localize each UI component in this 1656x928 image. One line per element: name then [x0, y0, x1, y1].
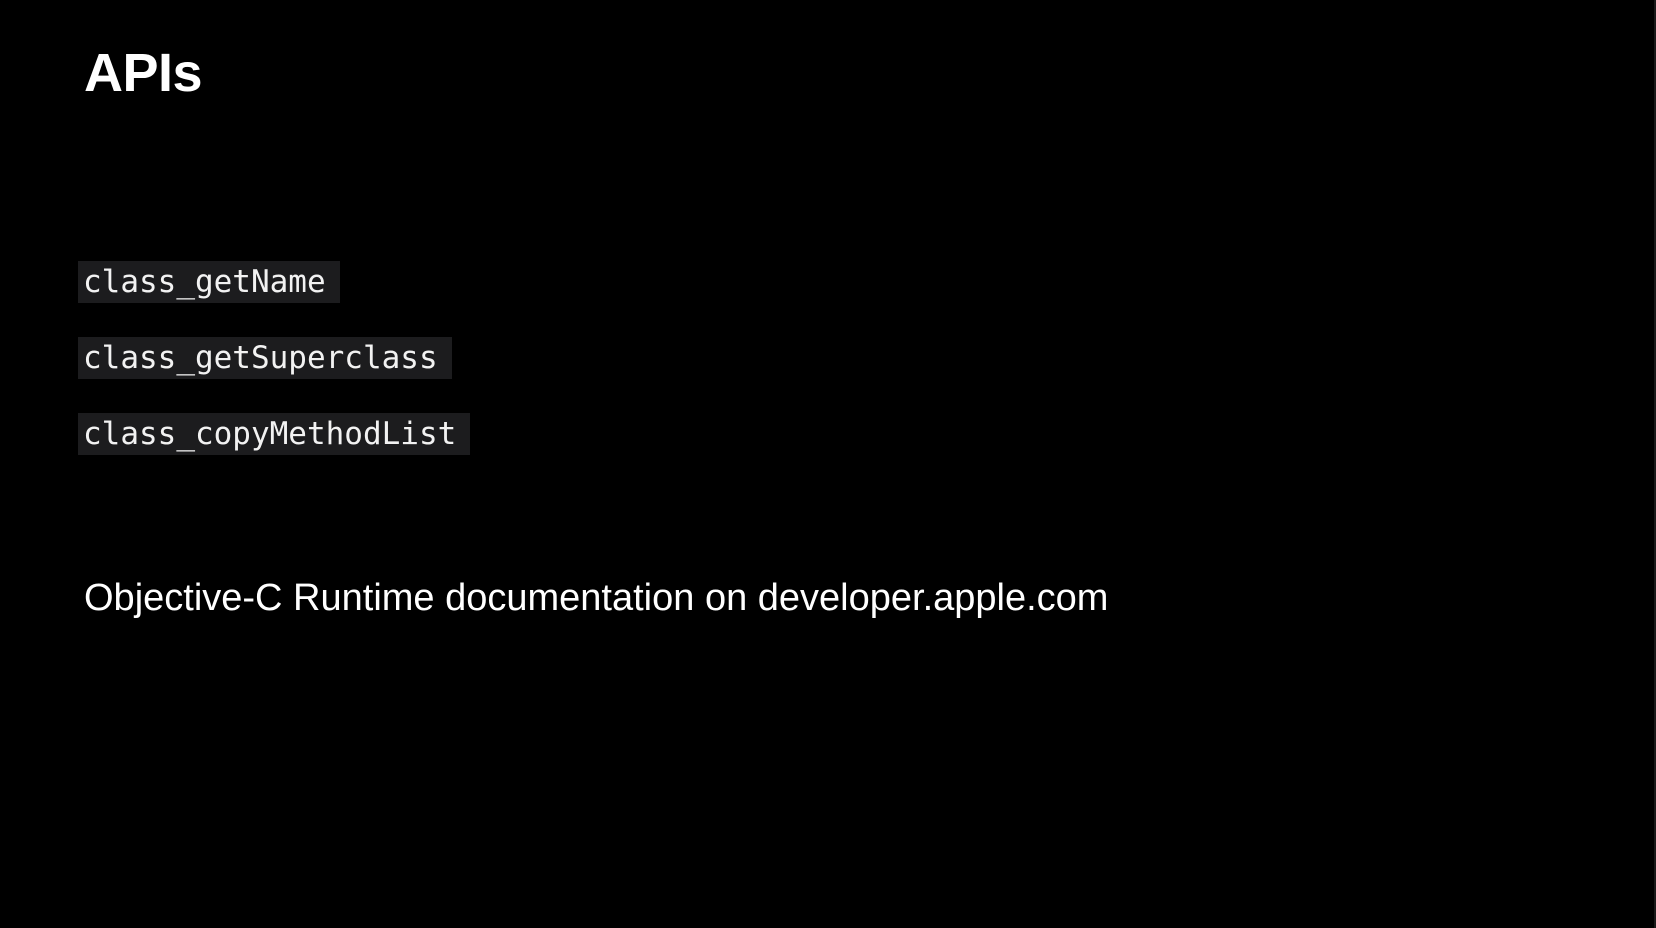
api-list-item: class_getName	[78, 261, 470, 303]
api-list: class_getName class_getSuperclass class_…	[78, 261, 471, 489]
api-list-item: class_getSuperclass	[78, 337, 470, 379]
presentation-slide: APIs class_getName class_getSuperclass c…	[0, 0, 1656, 928]
api-code-class-copymethodlist: class_copyMethodList	[78, 413, 471, 455]
api-code-class-getname: class_getName	[78, 261, 340, 303]
documentation-note: Objective-C Runtime documentation on dev…	[84, 577, 1109, 619]
slide-title: APIs	[84, 43, 203, 103]
api-code-class-getsuperclass: class_getSuperclass	[78, 337, 452, 379]
api-list-item: class_copyMethodList	[78, 413, 471, 455]
